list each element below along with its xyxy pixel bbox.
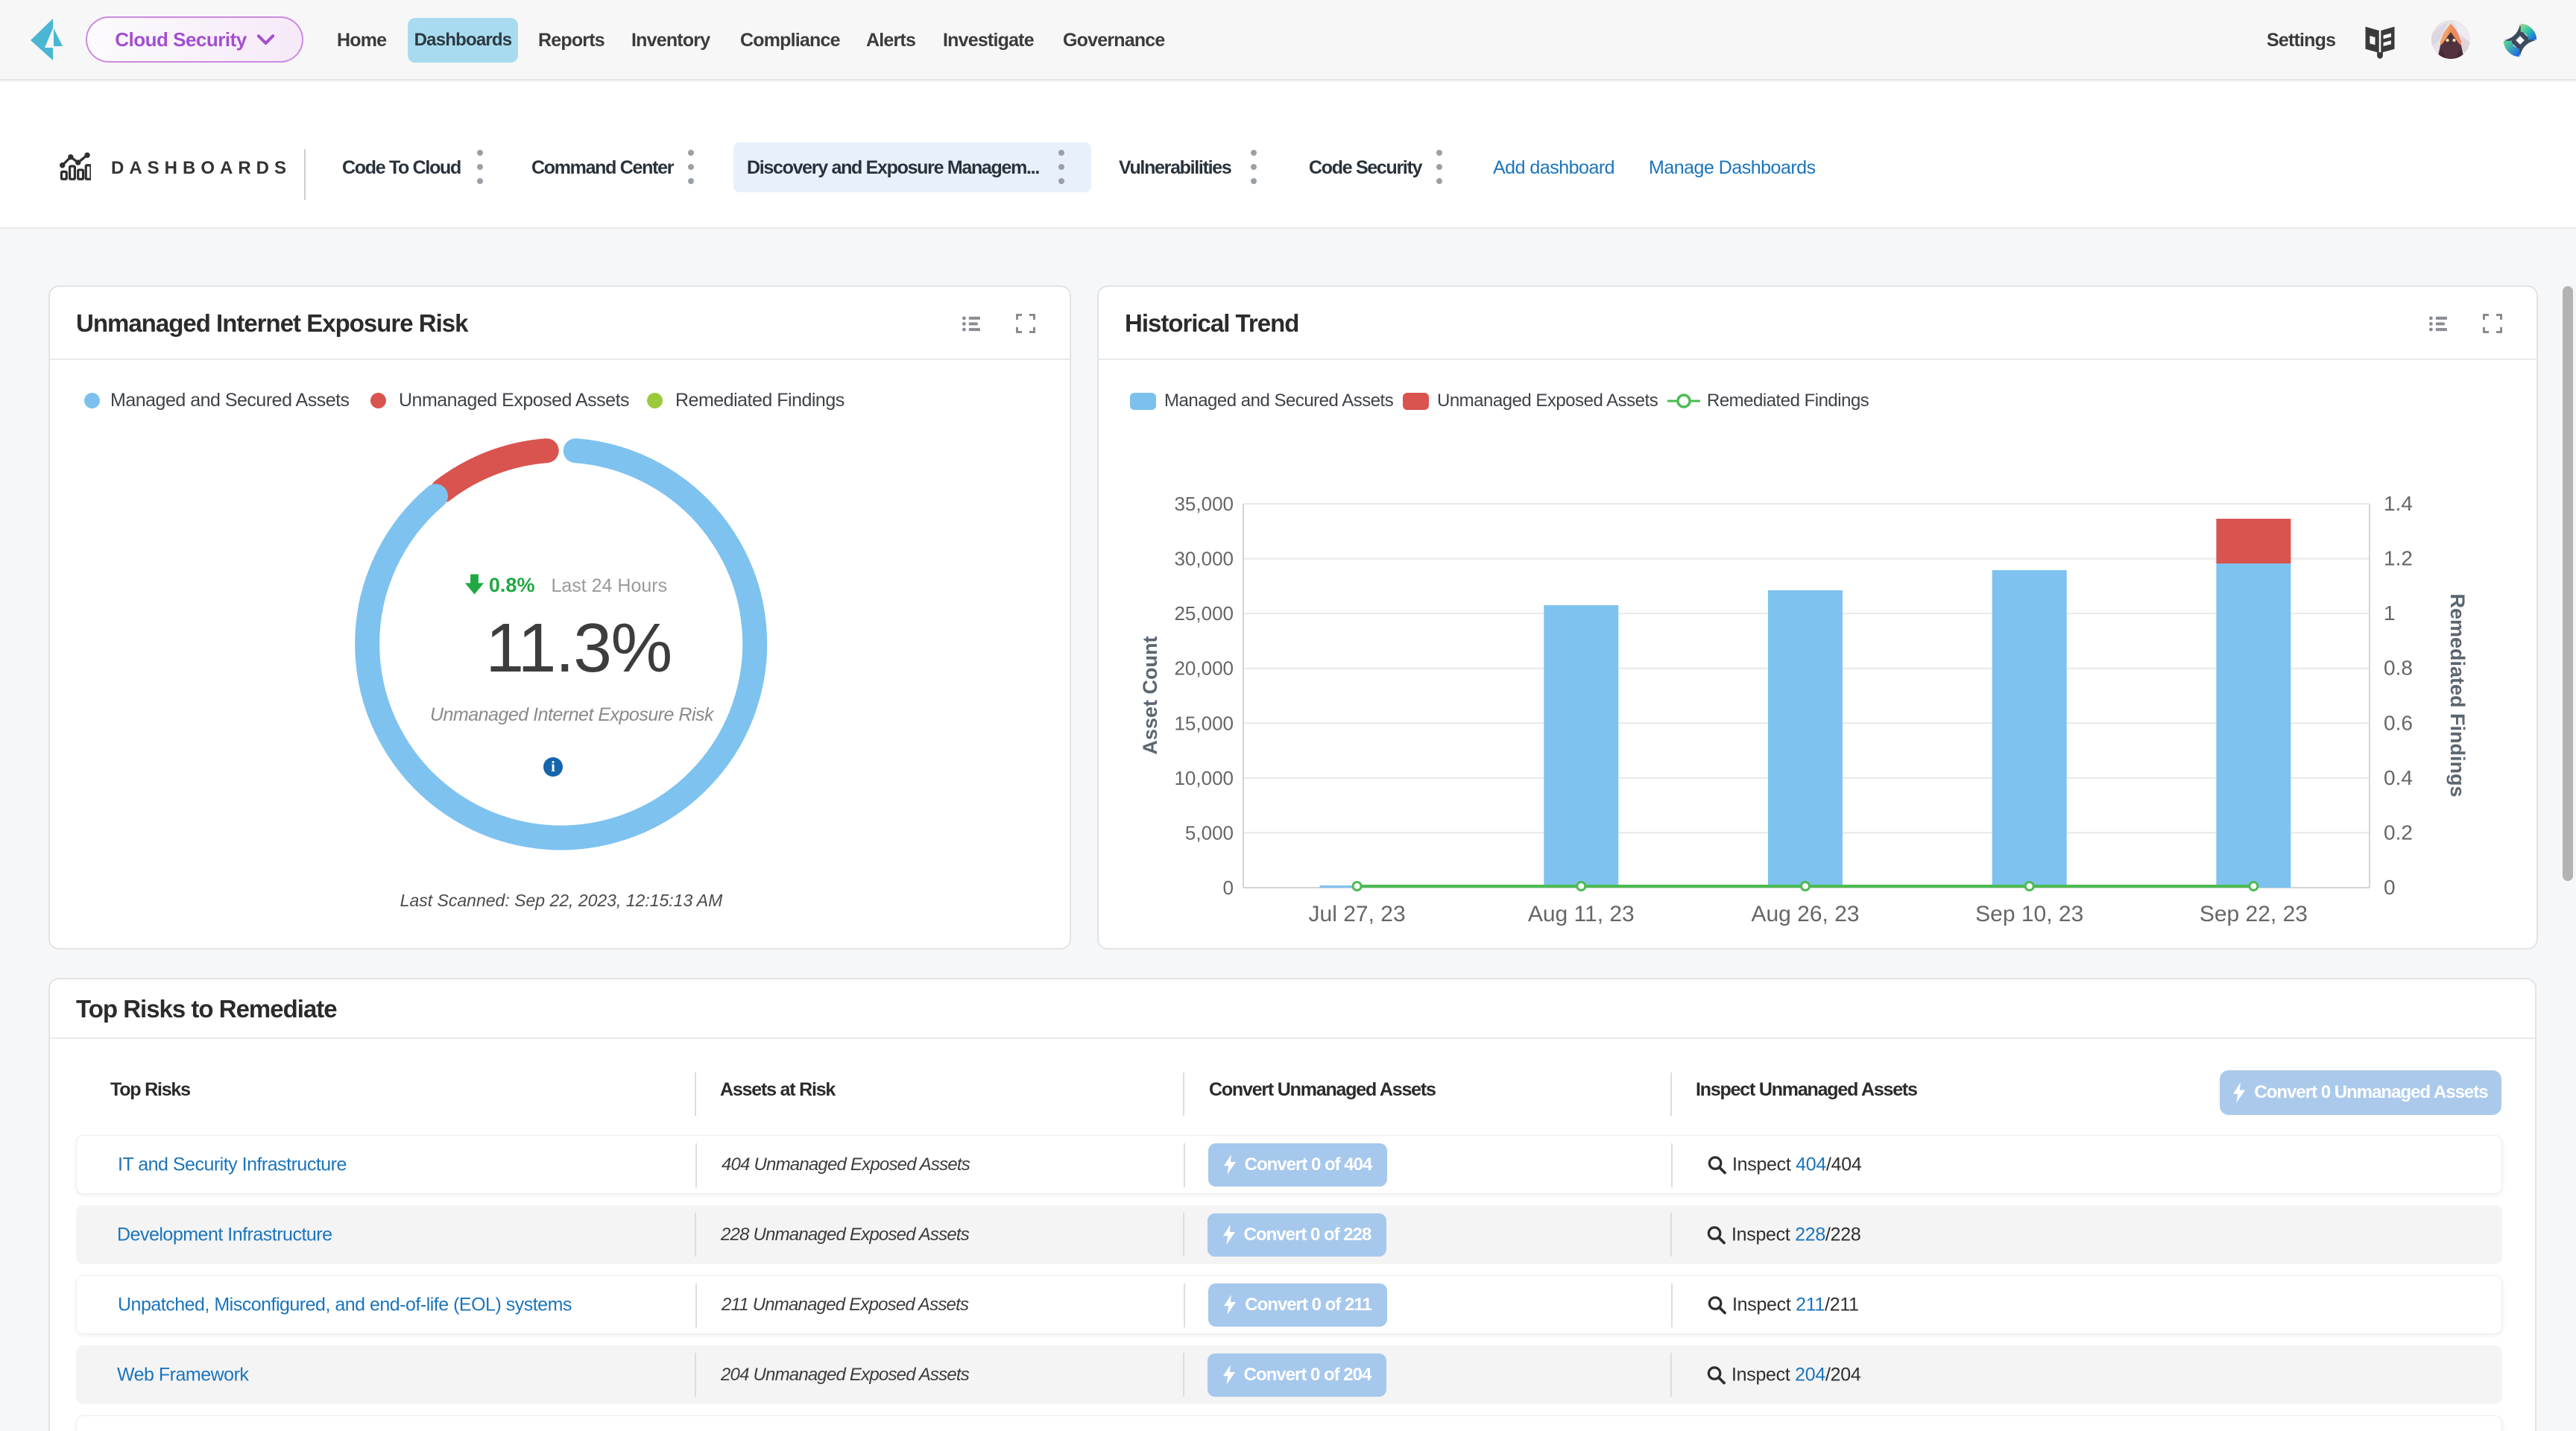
svg-text:Remediated Findings: Remediated Findings [2446, 593, 2469, 797]
svg-text:20,000: 20,000 [1174, 657, 1234, 680]
svg-text:1: 1 [2384, 601, 2396, 625]
svg-text:Jul 27, 23: Jul 27, 23 [1309, 902, 1406, 926]
svg-text:1.4: 1.4 [2384, 492, 2413, 515]
svg-text:0: 0 [1223, 876, 1234, 899]
svg-text:35,000: 35,000 [1174, 493, 1234, 515]
svg-text:Aug 26, 23: Aug 26, 23 [1751, 902, 1859, 926]
svg-text:5,000: 5,000 [1185, 821, 1234, 844]
svg-text:30,000: 30,000 [1174, 548, 1234, 570]
svg-text:1.2: 1.2 [2384, 547, 2413, 570]
svg-text:0.2: 0.2 [2384, 821, 2413, 844]
svg-text:0: 0 [2384, 876, 2396, 899]
svg-text:Asset Count: Asset Count [1139, 636, 1161, 754]
svg-text:25,000: 25,000 [1174, 602, 1234, 625]
svg-text:Sep 22, 23: Sep 22, 23 [2200, 902, 2308, 926]
svg-text:0.8: 0.8 [2384, 657, 2413, 680]
svg-text:Aug 11, 23: Aug 11, 23 [1528, 902, 1635, 926]
svg-text:15,000: 15,000 [1174, 712, 1234, 734]
svg-text:0.6: 0.6 [2384, 711, 2413, 734]
svg-text:0.4: 0.4 [2384, 766, 2413, 789]
svg-text:10,000: 10,000 [1174, 767, 1234, 789]
svg-text:Sep 10, 23: Sep 10, 23 [1975, 902, 2083, 926]
